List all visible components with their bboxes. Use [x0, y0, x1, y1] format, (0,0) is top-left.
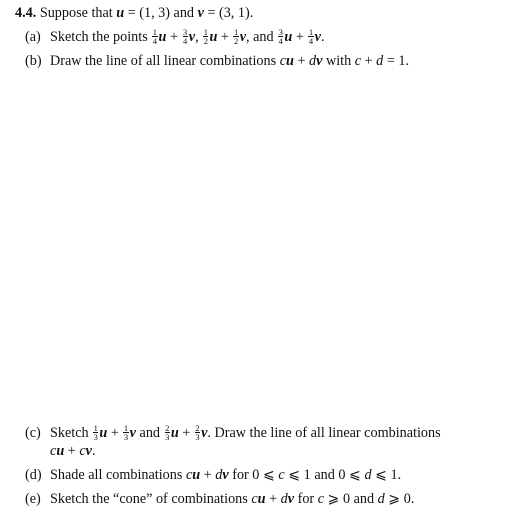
text-run: = (3, 1). — [203, 5, 254, 21]
text-run: + — [265, 491, 281, 507]
fraction: 34 — [278, 28, 284, 47]
text-run: + — [292, 29, 308, 45]
denominator: 3 — [195, 432, 200, 443]
text-run: + — [200, 467, 216, 483]
text-run: + — [361, 53, 377, 69]
vector-symbol: u — [116, 5, 125, 21]
denominator: 3 — [165, 432, 170, 443]
text-run: + — [293, 53, 310, 69]
fraction: 12 — [233, 28, 239, 47]
scalar-symbol: d — [377, 491, 385, 507]
part-label: (c) — [25, 425, 41, 441]
text-run: + — [64, 443, 80, 459]
part-label: (b) — [25, 53, 42, 69]
part-text: cu + cv. — [50, 442, 95, 460]
part-line: (b) Draw the line of all linear combinati… — [0, 52, 511, 70]
part-label: (a) — [25, 29, 41, 45]
fraction: 14 — [152, 28, 158, 47]
text-run: + — [217, 29, 233, 45]
problem-intro: Suppose that u = (1, 3) and v = (3, 1). — [36, 5, 253, 21]
text-run: , and — [246, 29, 278, 45]
denominator: 4 — [152, 36, 158, 47]
denominator: 4 — [278, 36, 283, 47]
text-run: for 0 ⩽ — [228, 467, 279, 483]
part-line: cu + cv. — [0, 442, 511, 460]
denominator: 2 — [203, 36, 208, 47]
text-run: ⩾ 0 and — [324, 491, 378, 507]
text-run: . Draw the line of all linear combinatio… — [207, 425, 441, 441]
text-run: ⩾ 0. — [384, 491, 415, 507]
part-line: (d) Shade all combinations cu + dv for 0 … — [0, 466, 511, 484]
fraction: 23 — [164, 424, 170, 443]
fraction: 14 — [308, 28, 314, 47]
text-run: with — [322, 53, 355, 69]
denominator: 3 — [93, 432, 98, 443]
part-text: Sketch the points 14u + 3 4 v, 12u + 1 2 v, … — [50, 28, 325, 46]
denominator: 2 — [233, 36, 239, 47]
part-text: Draw the line of all linear combinations… — [50, 52, 409, 70]
text-run: = 1. — [383, 53, 410, 69]
part-text: Shade all combinations cu + dv for 0 ⩽ c… — [50, 466, 401, 484]
text-run: Suppose that — [36, 5, 117, 21]
text-run: + — [107, 425, 123, 441]
text-run: Sketch the “cone” of combinations — [50, 491, 252, 507]
part-label: (d) — [25, 467, 42, 483]
text-run: Shade all combinations — [50, 467, 186, 483]
text-run: + — [166, 29, 182, 45]
text-run: , — [195, 29, 203, 45]
text-run: Sketch the points — [50, 29, 152, 45]
denominator: 3 — [123, 432, 129, 443]
part-line: (e) Sketch the “cone” of combinations cu … — [0, 490, 511, 508]
fraction: 34 — [182, 28, 188, 47]
text-run: and — [135, 425, 164, 441]
text-run: ⩽ 1 and 0 ⩽ — [284, 467, 365, 483]
vector-symbol: u — [286, 53, 294, 69]
fraction: 12 — [203, 28, 209, 47]
scalar-symbol: d — [280, 491, 288, 507]
text-run: Draw the line of all linear combinations — [50, 53, 280, 69]
part-line: (c) Sketch 13u + 13v and 23u + 2 3 v. Draw … — [0, 424, 511, 442]
text-run: . — [91, 443, 96, 459]
vector-symbol: u — [192, 467, 201, 483]
fraction: 23 — [194, 424, 201, 443]
scalar-symbol: d — [364, 467, 372, 483]
text-run: + — [178, 425, 194, 441]
part-text: Sketch the “cone” of combinations cu + d… — [50, 490, 414, 508]
text-run: ⩽ 1. — [371, 467, 402, 483]
text-run: = (1, 3) and — [124, 5, 198, 21]
text-run: . — [320, 29, 325, 45]
part-text: Sketch 13u + 13v and 23u + 2 3 v. Draw the… — [50, 424, 441, 442]
part-label: (e) — [25, 491, 41, 507]
text-run: Sketch — [50, 425, 93, 441]
problem-number: 4.4. — [15, 5, 37, 21]
problem-header: 4.4. Suppose that u = (1, 3) and v = (3,… — [15, 4, 253, 22]
part-line: (a) Sketch the points 14u + 3 4 v, 12u + 12… — [0, 28, 511, 46]
vector-symbol: u — [257, 491, 266, 507]
denominator: 4 — [183, 36, 188, 47]
vector-symbol: u — [170, 425, 179, 441]
text-run: for — [294, 491, 318, 507]
fraction: 13 — [123, 424, 129, 443]
fraction: 13 — [93, 424, 99, 443]
denominator: 4 — [308, 36, 314, 47]
